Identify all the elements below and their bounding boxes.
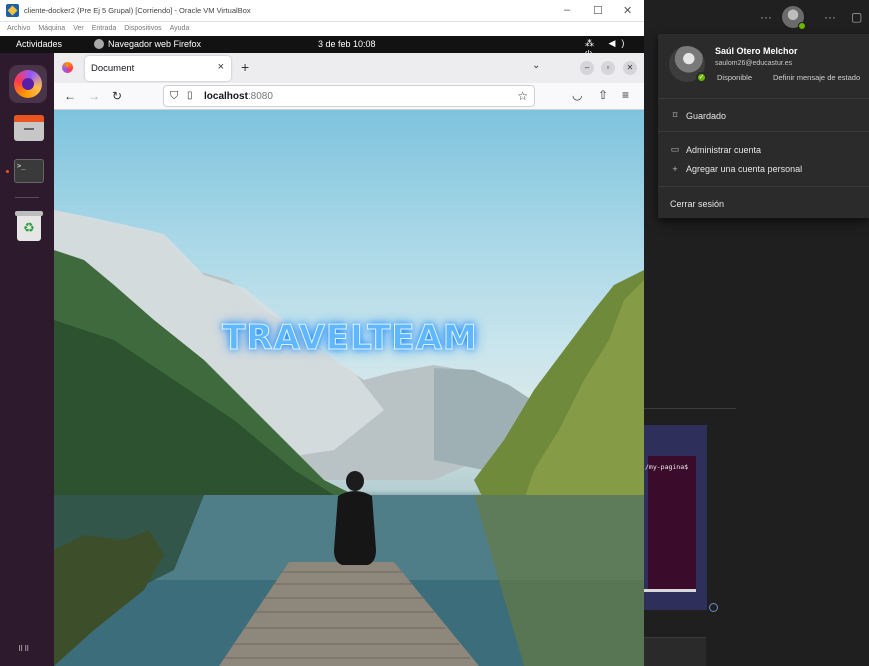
firefox-view-icon[interactable] <box>62 62 73 73</box>
account-email: saulom26@educastur.es <box>715 60 793 67</box>
divider <box>658 98 869 99</box>
saved-item[interactable]: ⌑ Guardado <box>670 110 726 121</box>
trash-icon[interactable]: ♻ <box>15 211 43 241</box>
virtualbox-window-title: cliente-docker2 (Pre Ej 5 Grupal) [Corri… <box>24 6 251 15</box>
web-page-content: TRAVELTEAM <box>54 110 644 666</box>
sign-out-item[interactable]: Cerrar sesión <box>670 199 724 209</box>
url-text[interactable]: localhost:8080 <box>204 91 273 102</box>
files-icon[interactable] <box>14 115 44 141</box>
url-bar[interactable]: ⛉ ▯ localhost:8080 ☆ <box>163 85 535 107</box>
tab-list-button[interactable]: ⌄ <box>532 60 540 71</box>
page-icon: ▯ <box>187 90 193 101</box>
app-menu[interactable]: Navegador web Firefox <box>108 39 201 49</box>
host-title-bar: ··· ··· ▢ <box>644 0 869 34</box>
menu-entrada[interactable]: Entrada <box>92 22 117 36</box>
id-card-icon: ▭ <box>670 144 680 154</box>
background-landscape-image <box>54 210 644 666</box>
host-more-button-2[interactable]: ··· <box>824 10 836 24</box>
divider <box>658 131 869 132</box>
bookmark-icon: ⌑ <box>672 110 678 120</box>
firefox-nav-bar: ← → ↻ ⛉ ▯ localhost:8080 ☆ ◡ ⇧ ≡ <box>54 83 644 110</box>
page-heading: TRAVELTEAM <box>222 318 478 359</box>
new-tab-button[interactable]: + <box>241 59 249 75</box>
clock[interactable]: 3 de feb 10:08 <box>318 39 376 49</box>
ubuntu-dock: >_ ♻ ⠿⠿ <box>0 53 54 666</box>
firefox-logo <box>14 70 42 98</box>
firefox-icon[interactable] <box>9 65 47 103</box>
host-terminal-text: /my-pagina$ <box>645 463 689 471</box>
status-selector[interactable]: Disponible <box>713 72 756 83</box>
host-avatar-button[interactable] <box>782 6 806 30</box>
status-available-icon <box>798 22 806 30</box>
account-panel: ✓ Saúl Otero Melchor saulom26@educastur.… <box>658 34 869 218</box>
menu-ayuda[interactable]: Ayuda <box>170 22 190 36</box>
dock-separator <box>15 197 39 198</box>
virtualbox-menu-bar: Archivo Máquina Ver Entrada Dispositivos… <box>0 22 644 36</box>
ff-close-button[interactable]: ✕ <box>623 61 637 75</box>
host-bottom-panel <box>644 637 706 666</box>
ff-minimize-button[interactable]: – <box>580 61 594 75</box>
running-indicator <box>6 170 9 173</box>
ubuntu-top-bar: Actividades Navegador web Firefox 3 de f… <box>0 36 644 59</box>
app-grid-icon[interactable]: ⠿⠿ <box>18 646 40 665</box>
account-name: Saúl Otero Melchor <box>715 46 798 56</box>
sign-out-label: Cerrar sesión <box>670 199 725 209</box>
set-status-message-button[interactable]: Definir mensaje de estado <box>770 72 863 83</box>
saved-label: Guardado <box>686 110 727 121</box>
firefox-tab-bar: Document × + ⌄ – ▫ ✕ <box>54 53 644 83</box>
divider <box>658 186 869 187</box>
maximize-button[interactable]: ☐ <box>593 4 603 17</box>
host-window-button[interactable]: ▢ <box>851 10 862 24</box>
bookmark-star-icon[interactable]: ☆ <box>517 89 528 103</box>
host-more-button[interactable]: ··· <box>760 10 772 24</box>
firefox-app-icon <box>94 39 104 49</box>
status-check-icon: ✓ <box>696 72 707 83</box>
virtualbox-title-bar: cliente-docker2 (Pre Ej 5 Grupal) [Corri… <box>0 0 644 22</box>
manage-account-item[interactable]: ▭ Administrar cuenta <box>670 144 761 155</box>
tab-close-icon[interactable]: × <box>218 61 224 73</box>
add-personal-account-label: Agregar una cuenta personal <box>686 164 803 174</box>
tab-title: Document <box>91 63 135 74</box>
host-divider <box>644 408 736 409</box>
menu-ver[interactable]: Ver <box>73 22 84 36</box>
forward-button[interactable]: → <box>88 89 100 103</box>
add-personal-account-item[interactable]: + Agregar una cuenta personal <box>670 164 802 174</box>
activities-button[interactable]: Actividades <box>16 39 62 49</box>
minimize-button[interactable]: – <box>564 4 570 16</box>
menu-archivo[interactable]: Archivo <box>7 22 30 36</box>
app-menu-icon[interactable]: ≡ <box>622 88 629 102</box>
extensions-icon[interactable]: ⇧ <box>598 88 608 102</box>
menu-maquina[interactable]: Máquina <box>38 22 65 36</box>
tab-document[interactable]: Document × <box>85 56 231 81</box>
host-terminal-scrollbar[interactable] <box>644 589 696 592</box>
account-avatar[interactable]: ✓ <box>669 46 707 83</box>
manage-account-label: Administrar cuenta <box>686 144 762 155</box>
close-button[interactable]: ✕ <box>623 4 632 17</box>
host-circle-icon[interactable] <box>709 603 718 612</box>
terminal-icon[interactable]: >_ <box>14 159 44 183</box>
shield-icon[interactable]: ⛉ <box>170 90 178 103</box>
host-terminal-area[interactable] <box>648 456 696 591</box>
ff-maximize-button[interactable]: ▫ <box>601 61 615 75</box>
reload-button[interactable]: ↻ <box>112 89 122 103</box>
back-button[interactable]: ← <box>64 89 76 103</box>
virtualbox-icon <box>6 4 19 17</box>
menu-dispositivos[interactable]: Dispositivos <box>124 22 161 36</box>
pocket-icon[interactable]: ◡ <box>572 88 582 102</box>
plus-icon: + <box>672 164 678 174</box>
